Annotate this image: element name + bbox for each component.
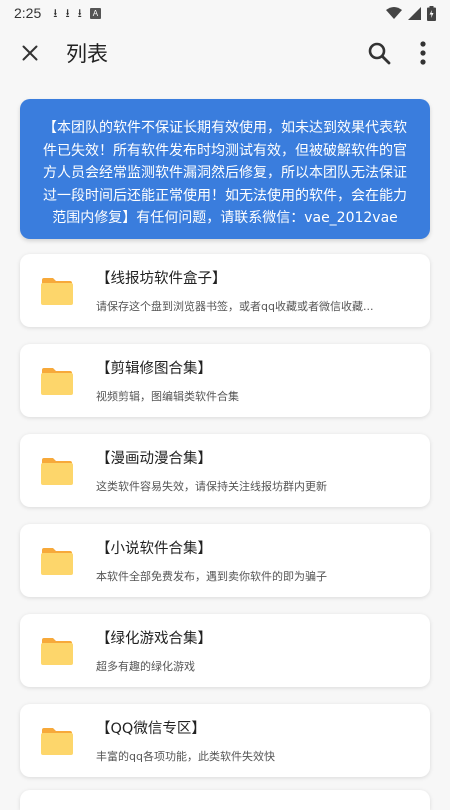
- close-icon: [22, 45, 38, 61]
- download-icon: ⭳: [77, 6, 82, 20]
- list-item[interactable]: 【绿化游戏合集】 超多有趣的绿化游戏: [20, 614, 430, 687]
- download-icon: ⭳: [65, 6, 70, 20]
- folder-icon: [41, 637, 73, 665]
- list-item-title: 【漫画动漫合集】: [96, 451, 212, 467]
- folder-icon: [41, 367, 73, 395]
- list-item-subtitle: 请保存这个盘到浏览器书签，或者qq收藏或者微信收藏...: [96, 300, 374, 313]
- list-item[interactable]: 【剪辑修图合集】 视频剪辑，图编辑类软件合集: [20, 344, 430, 417]
- more-vert-icon: [420, 41, 426, 65]
- page-title: 列表: [66, 42, 108, 66]
- download-icon: ⭳: [53, 6, 58, 20]
- list-item-title: 【绿化游戏合集】: [96, 631, 212, 647]
- list-item-text: 【绿化游戏合集】 超多有趣的绿化游戏: [96, 627, 212, 674]
- battery-icon: [427, 5, 436, 21]
- list-item-subtitle: 视频剪辑，图编辑类软件合集: [96, 390, 239, 403]
- list-item[interactable]: 【线报坊软件盒子】 请保存这个盘到浏览器书签，或者qq收藏或者微信收藏...: [20, 254, 430, 327]
- list-item-partial[interactable]: [20, 790, 430, 810]
- close-button[interactable]: [14, 37, 46, 69]
- status-bar: 2:25 ⭳ ⭳ ⭳ A: [0, 0, 450, 26]
- list-item-subtitle: 超多有趣的绿化游戏: [96, 660, 195, 673]
- list-item[interactable]: 【QQ微信专区】 丰富的qq各项功能，此类软件失效快: [20, 704, 430, 777]
- app-bar: 列表: [0, 26, 450, 80]
- list-item-subtitle: 丰富的qq各项功能，此类软件失效快: [96, 750, 275, 763]
- list-item-text: 【剪辑修图合集】 视频剪辑，图编辑类软件合集: [96, 357, 239, 404]
- search-icon: [368, 42, 391, 65]
- list-item-subtitle: 这类软件容易失效，请保持关注线报坊群内更新: [96, 480, 327, 493]
- status-time: 2:25: [14, 5, 42, 21]
- list-item-subtitle: 本软件全部免费发布，遇到卖你软件的即为骗子: [96, 570, 327, 583]
- notice-banner: 【本团队的软件不保证长期有效使用，如未达到效果代表软件已失效！所有软件发布时均测…: [20, 99, 430, 239]
- notification-a-icon: A: [89, 7, 101, 19]
- list-item-title: 【小说软件合集】: [96, 541, 212, 557]
- status-left: 2:25 ⭳ ⭳ ⭳ A: [14, 5, 101, 21]
- notice-text: 【本团队的软件不保证长期有效使用，如未达到效果代表软件已失效！所有软件发布时均测…: [43, 120, 407, 226]
- wifi-icon: [386, 7, 402, 19]
- list-item-text: 【小说软件合集】 本软件全部免费发布，遇到卖你软件的即为骗子: [96, 537, 327, 584]
- folder-icon: [41, 277, 73, 305]
- list-item[interactable]: 【小说软件合集】 本软件全部免费发布，遇到卖你软件的即为骗子: [20, 524, 430, 597]
- list-item-title: 【剪辑修图合集】: [96, 361, 212, 377]
- category-list: 【线报坊软件盒子】 请保存这个盘到浏览器书签，或者qq收藏或者微信收藏... 【…: [20, 254, 430, 794]
- more-options-button[interactable]: [408, 38, 438, 68]
- list-item-title: 【线报坊软件盒子】: [96, 271, 227, 287]
- list-item-text: 【QQ微信专区】 丰富的qq各项功能，此类软件失效快: [96, 717, 275, 764]
- folder-icon: [41, 727, 73, 755]
- list-item[interactable]: 【漫画动漫合集】 这类软件容易失效，请保持关注线报坊群内更新: [20, 434, 430, 507]
- list-item-title: 【QQ微信专区】: [96, 721, 206, 737]
- app-bar-actions: [364, 38, 438, 68]
- signal-icon: [408, 6, 421, 20]
- status-right: [386, 5, 436, 21]
- list-item-text: 【线报坊软件盒子】 请保存这个盘到浏览器书签，或者qq收藏或者微信收藏...: [96, 267, 373, 314]
- folder-icon: [41, 547, 73, 575]
- search-button[interactable]: [364, 38, 394, 68]
- list-item-text: 【漫画动漫合集】 这类软件容易失效，请保持关注线报坊群内更新: [96, 447, 327, 494]
- folder-icon: [41, 457, 73, 485]
